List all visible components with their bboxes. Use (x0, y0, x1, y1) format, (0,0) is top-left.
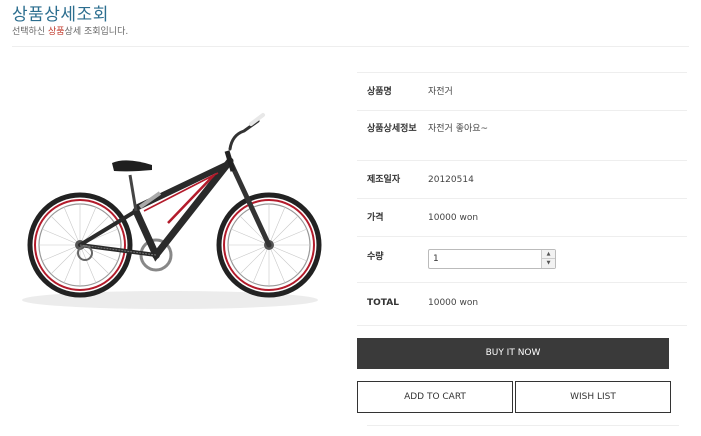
quantity-stepper[interactable]: ▲ ▼ (428, 249, 556, 269)
total-value: 10000 won (428, 298, 479, 308)
info-row-date: 제조일자 20120514 (357, 160, 687, 198)
manufacture-date-value: 20120514 (428, 175, 474, 185)
chevron-down-icon[interactable]: ▼ (541, 259, 555, 268)
price-label: 가격 (367, 213, 384, 223)
info-row-name: 상품명 자전거 (357, 72, 687, 110)
name-value: 자전거 (428, 87, 453, 97)
description-value: 자전거 좋아요~ (428, 124, 489, 134)
description-label: 상품상세정보 (367, 124, 417, 134)
header-divider (12, 46, 689, 47)
quantity-input[interactable] (429, 250, 539, 268)
product-info-table: 상품명 자전거 상품상세정보 자전거 좋아요~ 제조일자 20120514 가격… (357, 72, 687, 326)
info-row-quantity: 수량 ▲ ▼ (357, 236, 687, 282)
manufacture-date-label: 제조일자 (367, 175, 401, 185)
info-row-price: 가격 10000 won (357, 198, 687, 236)
subtitle-highlight: 상품 (47, 27, 65, 37)
name-label: 상품명 (367, 87, 392, 97)
subtitle-text: 선택하신 (12, 27, 48, 37)
subtitle-text-end: 상세 조회입니다. (64, 27, 129, 37)
buy-it-now-button[interactable]: BUY IT NOW (357, 338, 669, 369)
bicycle-icon (22, 113, 322, 309)
page-title: 상품상세조회 (12, 5, 109, 25)
quantity-label: 수량 (367, 252, 384, 262)
total-label: TOTAL (367, 298, 399, 308)
wish-list-button[interactable]: WISH LIST (515, 381, 671, 413)
info-row-description: 상품상세정보 자전거 좋아요~ (357, 110, 687, 160)
product-image (18, 95, 333, 315)
bottom-divider (367, 425, 679, 426)
page-subtitle: 선택하신 상품상세 조회입니다. (12, 24, 128, 37)
price-value: 10000 won (428, 213, 479, 223)
info-row-total: TOTAL 10000 won (357, 282, 687, 326)
chevron-up-icon[interactable]: ▲ (541, 250, 555, 259)
add-to-cart-button[interactable]: ADD TO CART (357, 381, 513, 413)
